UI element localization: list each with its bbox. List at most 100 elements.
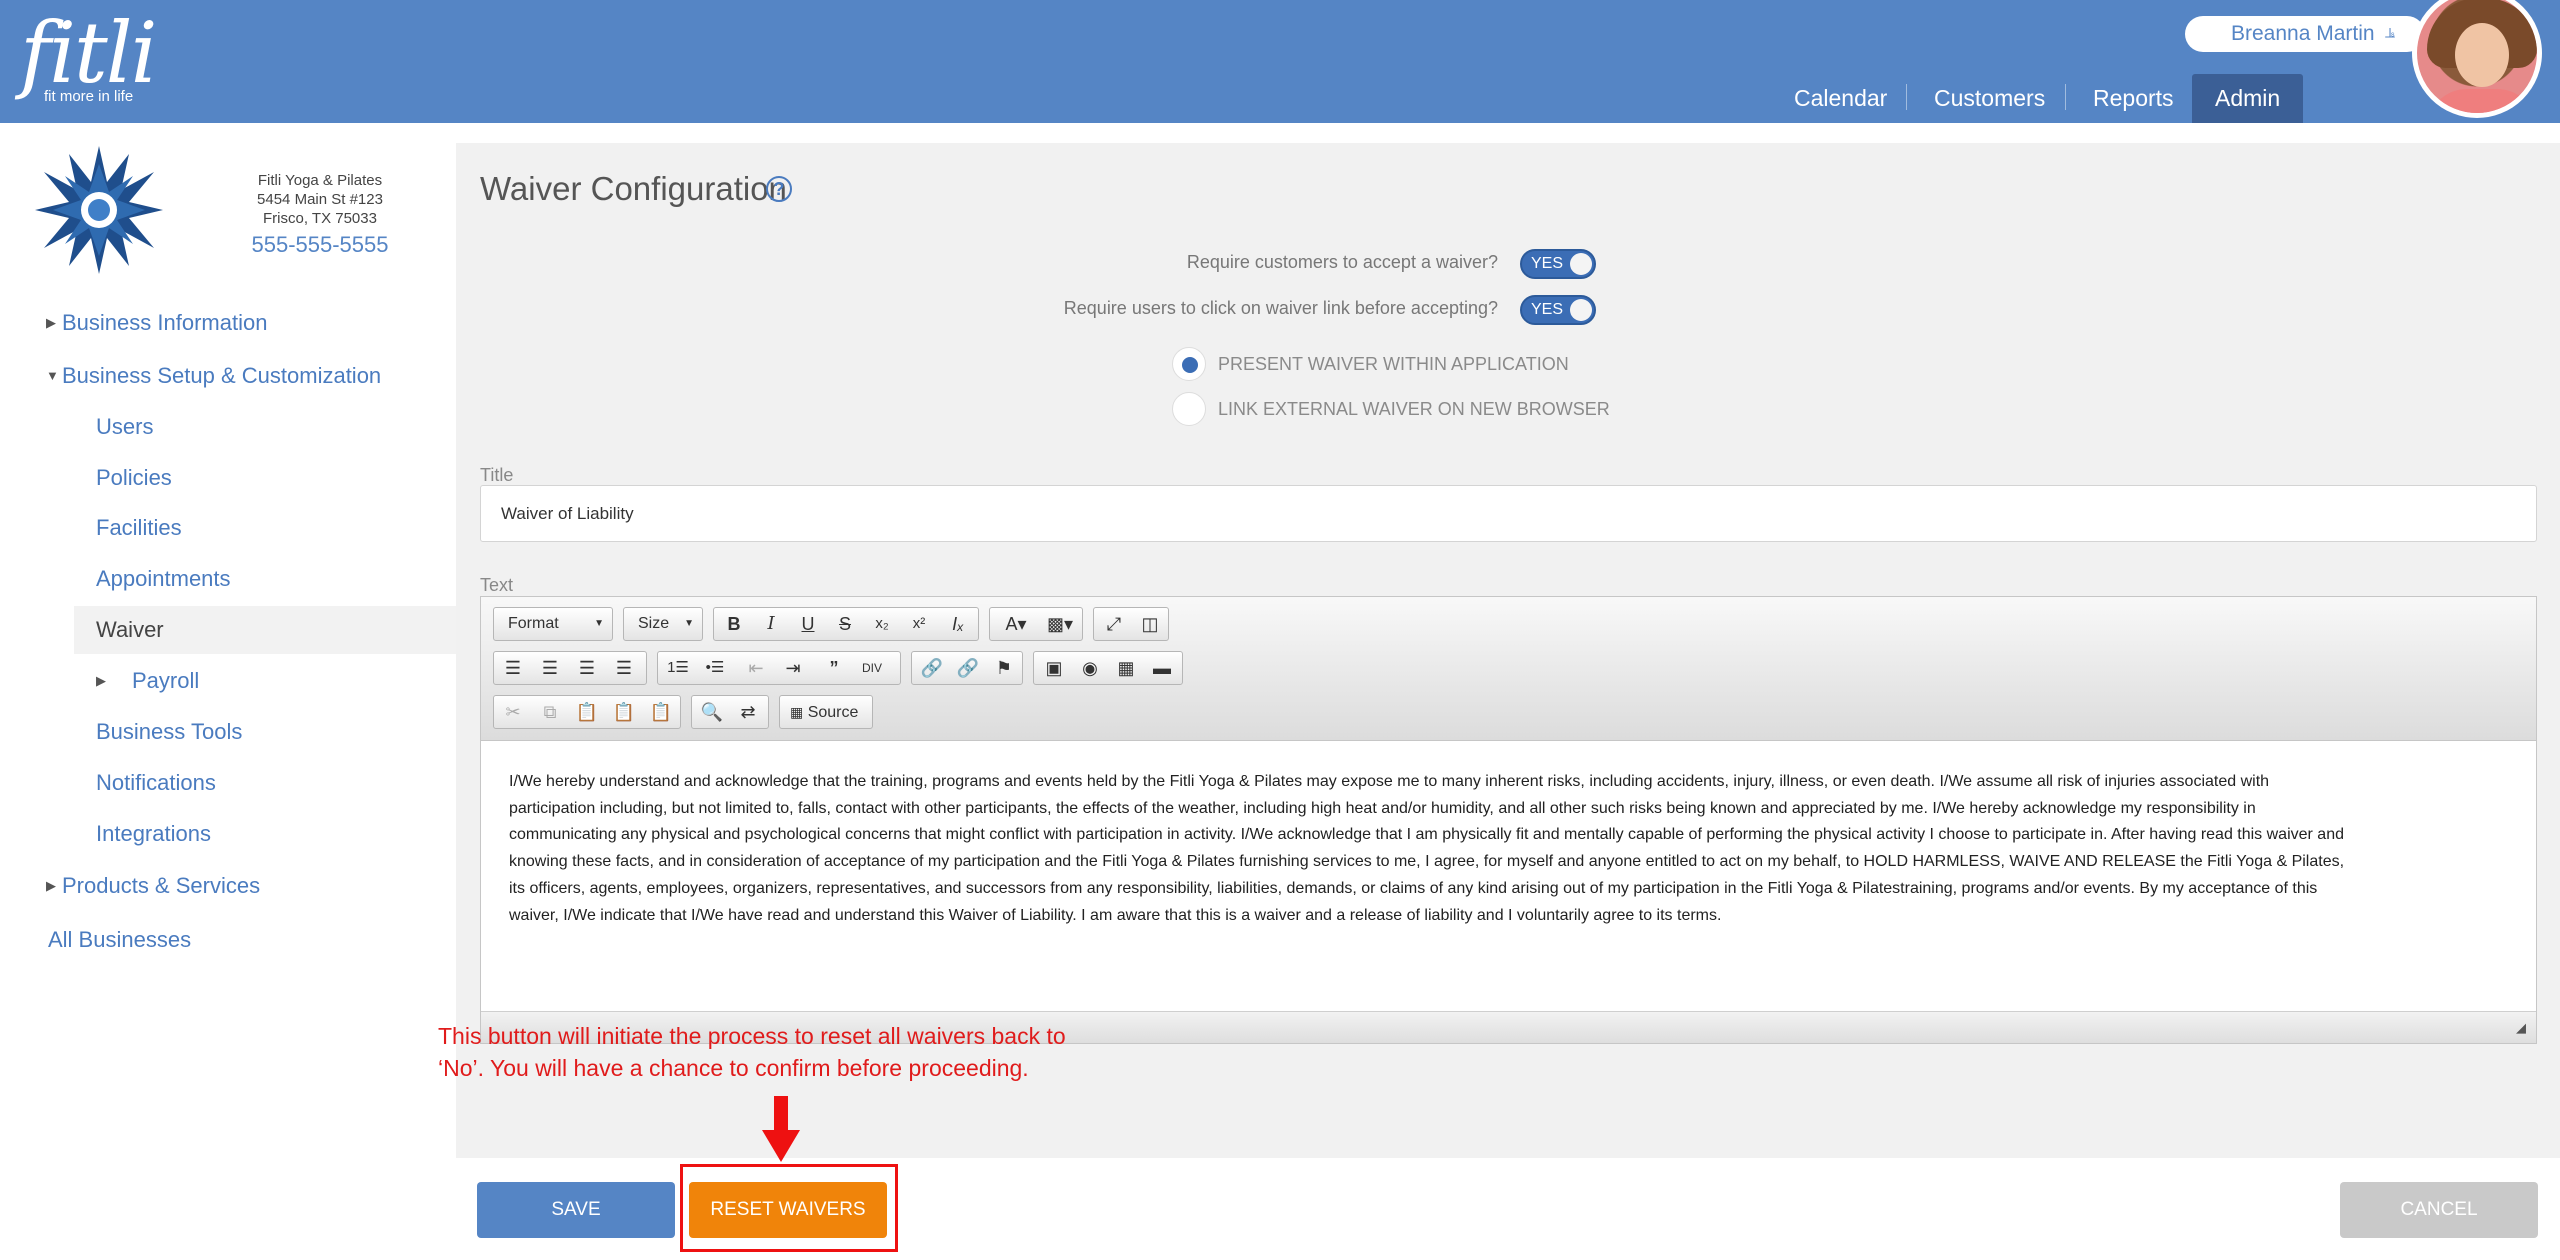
editor-toolbar: Format ▼ Size ▼ B I U S x₂ x² Iₓ A▾ ▩▾ ⤢ ◫… [481, 597, 2536, 741]
sidebar-item-integrations[interactable]: Integrations [96, 821, 211, 847]
align-justify-icon[interactable]: ☰ [606, 652, 642, 684]
radio-link-external[interactable] [1172, 392, 1206, 426]
require-click-label: Require users to click on waiver link be… [1063, 298, 1498, 318]
nav-customers[interactable]: Customers [1934, 74, 2045, 123]
caret-right-icon: ▶ [46, 878, 56, 893]
bulleted-list-icon[interactable]: •☰ [697, 652, 733, 684]
align-left-icon[interactable]: ☰ [495, 652, 531, 684]
italic-icon[interactable]: I [753, 608, 789, 640]
sidebar: Fitli Yoga & Pilates 5454 Main St #123 F… [0, 123, 456, 1260]
business-phone[interactable]: 555-555-5555 [232, 230, 408, 260]
sidebar-item-policies[interactable]: Policies [96, 465, 172, 491]
sidebar-item-products-services[interactable]: ▶ Products & Services [46, 873, 260, 899]
show-blocks-icon[interactable]: ◫ [1132, 608, 1168, 640]
save-button[interactable]: SAVE [477, 1182, 675, 1238]
background-color-icon[interactable]: ▩▾ [1038, 608, 1082, 640]
underline-icon[interactable]: U [790, 608, 826, 640]
sidebar-item-users[interactable]: Users [96, 414, 153, 440]
paste-word-icon[interactable]: 📋 [643, 696, 679, 728]
sidebar-item-notifications[interactable]: Notifications [96, 770, 216, 796]
image-icon[interactable]: ▣ [1036, 652, 1072, 684]
sidebar-item-business-tools[interactable]: Business Tools [96, 719, 242, 745]
help-icon[interactable]: ? [766, 176, 792, 202]
dropdown-icon: ▼ [684, 618, 694, 629]
unlink-icon[interactable]: 🔗 [950, 652, 986, 684]
anchor-flag-icon[interactable]: ⚑ [986, 652, 1022, 684]
editor-line: its officers, agents, employees, organiz… [509, 879, 2318, 897]
align-group: ☰ ☰ ☰ ☰ [493, 651, 647, 685]
format-select[interactable]: Format ▼ [493, 607, 613, 641]
business-name: Fitli Yoga & Pilates [257, 172, 383, 189]
require-accept-toggle[interactable]: YES [1520, 249, 1596, 279]
radio-link-external-label[interactable]: LINK EXTERNAL WAIVER ON NEW BROWSER [1218, 399, 1610, 420]
toggle-knob [1570, 253, 1592, 275]
horizontal-rule-icon[interactable]: ▬ [1144, 652, 1180, 684]
indent-icon[interactable]: ⇥ [775, 652, 811, 684]
link-icon[interactable]: 🔗 [914, 652, 950, 684]
title-field-label: Title [480, 465, 514, 485]
sidebar-item-appointments[interactable]: Appointments [96, 566, 231, 592]
sidebar-item-waiver[interactable]: Waiver [96, 617, 164, 643]
sidebar-item-business-information[interactable]: ▶ Business Information [46, 310, 267, 336]
nav-reports[interactable]: Reports [2093, 74, 2174, 123]
blockquote-icon[interactable]: ” [816, 652, 852, 684]
subscript-icon[interactable]: x₂ [864, 608, 900, 640]
business-info: Fitli Yoga & Pilates 5454 Main St #123 F… [232, 171, 408, 260]
div-container-icon[interactable]: DIV [854, 652, 890, 684]
find-icon[interactable]: 🔍 [694, 696, 730, 728]
editor-content[interactable]: I/We hereby understand and acknowledge t… [509, 769, 2509, 929]
sidebar-item-facilities[interactable]: Facilities [96, 515, 182, 541]
source-icon: ▦ [790, 704, 804, 720]
outdent-icon[interactable]: ⇤ [738, 652, 774, 684]
radio-present-waiver[interactable] [1172, 347, 1206, 381]
editor-line: participation including, but not limited… [509, 799, 2256, 817]
toggle-value: YES [1531, 255, 1564, 272]
dropdown-icon: ▼ [594, 618, 604, 629]
maximize-icon[interactable]: ⤢ [1096, 608, 1132, 640]
toggle-knob [1570, 299, 1592, 321]
annotation-line: This button will initiate the process to… [438, 1023, 1066, 1049]
app-header: fitli fit more in life Breanna Martin ⫡ … [0, 0, 2560, 123]
avatar[interactable] [2412, 0, 2542, 118]
user-menu[interactable]: Breanna Martin ⫡ [2185, 16, 2425, 52]
nav-calendar[interactable]: Calendar [1794, 74, 1887, 123]
align-center-icon[interactable]: ☰ [532, 652, 568, 684]
require-click-toggle[interactable]: YES [1520, 295, 1596, 325]
toggle-value: YES [1531, 301, 1564, 318]
size-select[interactable]: Size ▼ [623, 607, 703, 641]
title-input[interactable]: Waiver of Liability [480, 485, 2537, 542]
editor-line: waiver, I/We indicate that I/We have rea… [509, 906, 1722, 924]
radio-present-waiver-label[interactable]: PRESENT WAIVER WITHIN APPLICATION [1218, 354, 1569, 375]
text-color-icon[interactable]: A▾ [994, 608, 1038, 640]
sidebar-item-all-businesses[interactable]: All Businesses [48, 927, 191, 953]
copy-icon[interactable]: ⧉ [532, 696, 568, 728]
paste-icon[interactable]: 📋 [569, 696, 605, 728]
insert-group: ▣ ◉ ▦ ▬ [1033, 651, 1183, 685]
bold-icon[interactable]: B [716, 608, 752, 640]
strikethrough-icon[interactable]: S [827, 608, 863, 640]
editor-line: knowing these facts, and in consideratio… [509, 853, 2345, 871]
flash-icon[interactable]: ◉ [1072, 652, 1108, 684]
user-name: Breanna Martin [2231, 22, 2375, 45]
align-right-icon[interactable]: ☰ [569, 652, 605, 684]
fitli-logo[interactable]: fitli fit more in life [20, 8, 160, 108]
editor-line: communicating any physical and psycholog… [509, 826, 2344, 844]
nav-admin[interactable]: Admin [2192, 74, 2304, 123]
replace-icon[interactable]: ⇄ [730, 696, 766, 728]
view-group: ⤢ ◫ [1093, 607, 1169, 641]
business-logo-icon [35, 146, 163, 274]
resize-handle-icon[interactable]: ◢ [2516, 1020, 2530, 1035]
table-icon[interactable]: ▦ [1108, 652, 1144, 684]
rich-text-editor[interactable]: Format ▼ Size ▼ B I U S x₂ x² Iₓ A▾ ▩▾ ⤢ ◫… [480, 596, 2537, 1044]
remove-format-icon[interactable]: Iₓ [940, 608, 976, 640]
sidebar-item-business-setup[interactable]: ▼ Business Setup & Customization [46, 363, 381, 389]
numbered-list-icon[interactable]: 1☰ [660, 652, 696, 684]
source-button[interactable]: ▦ Source [779, 695, 873, 729]
cut-icon[interactable]: ✂ [495, 696, 531, 728]
sidebar-item-payroll[interactable]: ▶ Payroll [96, 668, 199, 694]
find-group: 🔍 ⇄ [691, 695, 769, 729]
text-field-label: Text [480, 575, 514, 595]
superscript-icon[interactable]: x² [901, 608, 937, 640]
paste-text-icon[interactable]: 📋 [606, 696, 642, 728]
cancel-button[interactable]: CANCEL [2340, 1182, 2538, 1238]
